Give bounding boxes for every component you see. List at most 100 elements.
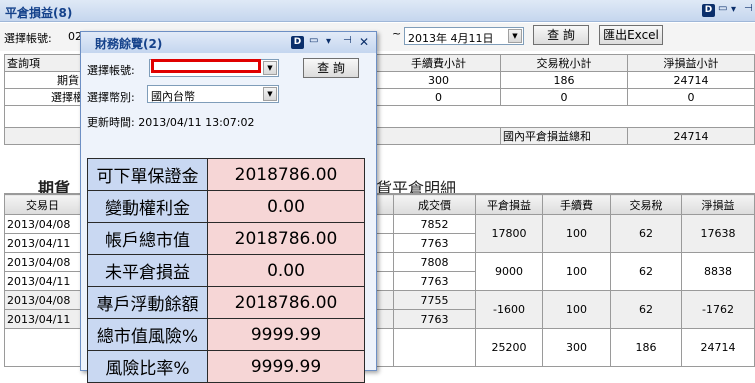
chevron-down-icon[interactable]: ▼ — [508, 29, 522, 43]
price-cell: 7763 — [393, 271, 476, 291]
popup-currency-value: 國內台幣 — [151, 90, 195, 103]
tax-cell: 62 — [610, 252, 682, 291]
fin-row: 帳戶總市值 2018786.00 — [87, 222, 365, 255]
export-excel-button[interactable]: 匯出Excel — [599, 25, 663, 45]
popup-body: 選擇帳號: ▼ 查 詢 選擇幣別: 國內台幣 ▼ 更新時間: 2013/04/1… — [81, 53, 376, 383]
summary-header: 交易稅小計 — [500, 54, 628, 72]
update-time: 更新時間: 2013/04/11 13:07:02 — [87, 116, 255, 129]
popup-currency-label: 選擇幣別: — [87, 91, 135, 104]
fee-cell: 100 — [542, 214, 611, 253]
popup-title-bar[interactable]: 財務餘覽(2) D ▭ ▾ ⊣ ✕ — [81, 32, 376, 53]
total-fee: 300 — [542, 328, 611, 367]
total-label: 國內平倉損益總和 — [500, 127, 628, 145]
fin-label: 專戶浮動餘額 — [87, 286, 208, 319]
net-cell: -1762 — [681, 290, 755, 329]
account-label: 選擇帳號: — [4, 32, 52, 45]
date-separator: ~ — [392, 27, 402, 40]
date-cell: 2013/04/11 — [4, 309, 81, 329]
fin-row: 總市值風險% 9999.99 — [87, 318, 365, 351]
col-header: 淨損益 — [681, 194, 755, 215]
blank-cell — [393, 328, 476, 367]
query-button[interactable]: 查 詢 — [533, 25, 589, 45]
date-cell: 2013/04/11 — [4, 233, 81, 253]
fin-label: 變動權利金 — [87, 190, 208, 223]
date-cell: 2013/04/08 — [4, 214, 81, 234]
pin-icon[interactable]: ⊣ — [744, 3, 753, 14]
popup-currency-select[interactable]: 國內台幣 ▼ — [147, 85, 279, 103]
fee-cell: 100 — [542, 290, 611, 329]
fin-value: 9999.99 — [207, 350, 365, 383]
fin-value: 2018786.00 — [207, 222, 365, 255]
window-icon[interactable]: ▭ — [718, 3, 727, 14]
tax-cell: 62 — [610, 290, 682, 329]
col-header: 交易日 — [4, 194, 81, 215]
chevron-down-icon[interactable]: ▼ — [263, 87, 277, 101]
fin-row: 可下單保證金 2018786.00 — [87, 158, 365, 191]
chevron-down-icon[interactable]: ▼ — [263, 61, 277, 75]
blank-cell — [4, 328, 81, 367]
col-header: 平倉損益 — [475, 194, 543, 215]
cell: 0 — [627, 88, 755, 106]
popup-query-button[interactable]: 查 詢 — [303, 58, 359, 78]
total-pnl: 25200 — [475, 328, 543, 367]
fin-value: 9999.99 — [207, 318, 365, 351]
fin-row: 未平倉損益 0.00 — [87, 254, 365, 287]
account-highlight-box — [151, 59, 261, 73]
fin-value: 2018786.00 — [207, 158, 365, 191]
summary-header: 查詢項 — [4, 54, 91, 72]
cell: 300 — [376, 71, 501, 89]
fin-value: 0.00 — [207, 190, 365, 223]
price-cell: 7808 — [393, 252, 476, 272]
pnl-cell: -1600 — [475, 290, 543, 329]
fin-row: 風險比率% 9999.99 — [87, 350, 365, 383]
end-date-picker[interactable]: 2013年 4月11日 ▼ — [404, 27, 524, 45]
total-tax: 186 — [610, 328, 682, 367]
main-window-title: 平倉損益(8) — [5, 6, 73, 20]
summary-header: 手續費小計 — [376, 54, 501, 72]
summary-header: 淨損益小計 — [627, 54, 755, 72]
fin-row: 變動權利金 0.00 — [87, 190, 365, 223]
price-cell: 7852 — [393, 214, 476, 234]
row-label: 選擇權 — [4, 88, 91, 106]
col-header: 交易稅 — [610, 194, 682, 215]
pnl-cell: 17800 — [475, 214, 543, 253]
window-icon[interactable]: ▭ — [309, 35, 318, 46]
fin-label: 未平倉損益 — [87, 254, 208, 287]
price-cell: 7763 — [393, 309, 476, 329]
financial-overview-window[interactable]: 財務餘覽(2) D ▭ ▾ ⊣ ✕ 選擇帳號: ▼ 查 詢 選擇幣別: 國內台幣… — [80, 31, 377, 383]
total-net: 24714 — [681, 328, 755, 367]
net-cell: 8838 — [681, 252, 755, 291]
price-cell: 7755 — [393, 290, 476, 310]
fin-value: 0.00 — [207, 254, 365, 287]
col-header: 手續費 — [542, 194, 611, 215]
cell: 186 — [500, 71, 628, 89]
pnl-cell: 9000 — [475, 252, 543, 291]
pin-icon[interactable]: ⊣ — [343, 35, 352, 46]
end-date-value: 2013年 4月11日 — [408, 32, 494, 45]
date-cell: 2013/04/08 — [4, 290, 81, 310]
tax-cell: 62 — [610, 214, 682, 253]
financial-summary-table: 可下單保證金 2018786.00 變動權利金 0.00 帳戶總市值 2018786.… — [87, 158, 365, 383]
fin-row: 專戶浮動餘額 2018786.00 — [87, 286, 365, 319]
date-cell: 2013/04/08 — [4, 252, 81, 272]
fin-label: 可下單保證金 — [87, 158, 208, 191]
main-title-bar: 平倉損益(8) D ▭ ▾ ⊣ — [0, 0, 755, 22]
date-cell: 2013/04/11 — [4, 271, 81, 291]
fee-cell: 100 — [542, 252, 611, 291]
fin-label: 總市值風險% — [87, 318, 208, 351]
fin-label: 風險比率% — [87, 350, 208, 383]
d-dock-icon[interactable]: D — [702, 4, 715, 17]
cell: 24714 — [627, 71, 755, 89]
close-icon[interactable]: ✕ — [359, 35, 369, 49]
dropdown-arrow-icon[interactable]: ▾ — [326, 36, 331, 47]
fin-label: 帳戶總市值 — [87, 222, 208, 255]
fin-value: 2018786.00 — [207, 286, 365, 319]
col-header: 成交價 — [393, 194, 476, 215]
cell: 0 — [376, 88, 501, 106]
total-value: 24714 — [627, 127, 755, 145]
popup-title: 財務餘覽(2) — [95, 37, 163, 51]
d-dock-icon[interactable]: D — [291, 36, 304, 49]
dropdown-arrow-icon[interactable]: ▾ — [731, 4, 736, 15]
cell: 0 — [500, 88, 628, 106]
row-label: 期貨 — [4, 71, 91, 89]
